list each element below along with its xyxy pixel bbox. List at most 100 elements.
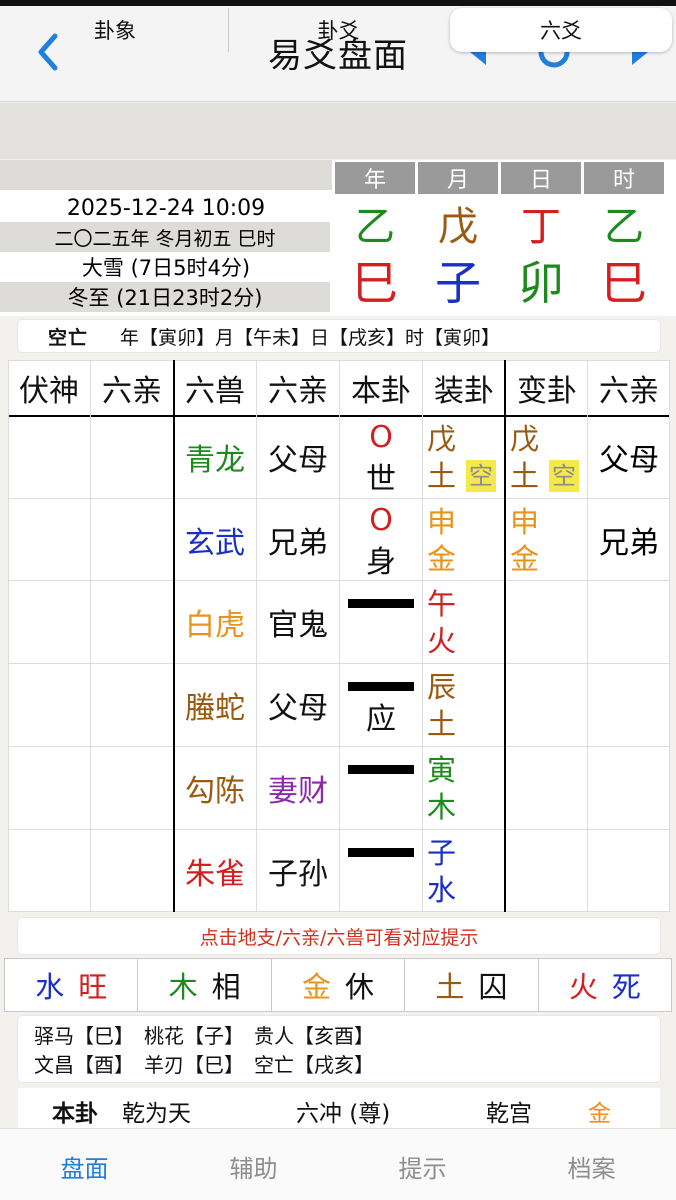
season-element: 水 bbox=[35, 970, 65, 1004]
season-state: 休 bbox=[345, 970, 375, 1004]
element: 土 bbox=[427, 458, 457, 493]
solar-term-2: 冬至 (21日23时2分) bbox=[0, 282, 330, 312]
tabbar-item-panmian[interactable]: 盘面 bbox=[0, 1149, 169, 1184]
yang-yao-line bbox=[348, 599, 414, 608]
gua-type: 六冲 (尊) bbox=[296, 1101, 391, 1127]
branch-element-stack: 午火 bbox=[427, 586, 456, 660]
shensha-item[interactable]: 羊刃【巳】 bbox=[144, 1049, 244, 1078]
shensha-line-2: 文昌【酉】 羊刃【巳】 空亡【戌亥】 bbox=[34, 1049, 660, 1078]
solar-term-1: 大雪 (7日5时4分) bbox=[81, 256, 251, 280]
tabbar-item-dangan[interactable]: 档案 bbox=[507, 1149, 676, 1184]
lunar-date: 二〇二五年 冬月初五 巳时 bbox=[0, 222, 330, 252]
liushou-cell[interactable]: 朱雀 bbox=[174, 830, 256, 911]
shensha-item[interactable]: 驿马【巳】 bbox=[34, 1020, 134, 1049]
liuqin-cell[interactable]: 妻财 bbox=[257, 747, 339, 828]
liushou-cell[interactable]: 玄武 bbox=[174, 499, 256, 580]
liuqin-cell[interactable]: 父母 bbox=[257, 416, 339, 497]
header-fushen: 伏神 bbox=[19, 374, 79, 409]
bottom-tab-bar: 盘面 辅助 提示 档案 bbox=[0, 1128, 676, 1200]
zhuanggua-cell[interactable]: 戊土空 bbox=[427, 420, 503, 495]
earthly-branch: 子 bbox=[427, 835, 457, 870]
header-zhuanggua: 装卦 bbox=[434, 374, 494, 409]
tabbar-item-tishi[interactable]: 提示 bbox=[338, 1149, 507, 1184]
wuxing-seasons: 水 旺 木 相 金 休 土 囚 火 死 bbox=[4, 958, 672, 1012]
segmented-tabs bbox=[0, 103, 676, 159]
branch-month[interactable]: 子 bbox=[418, 250, 498, 310]
zhuanggua-cell[interactable]: 子水 bbox=[427, 834, 503, 909]
tabbar-item-fuzhu[interactable]: 辅助 bbox=[169, 1149, 338, 1184]
stem-year[interactable]: 乙 bbox=[335, 198, 415, 250]
branch-element-stack: 子水 bbox=[427, 835, 456, 909]
liuqin-cell[interactable]: 父母 bbox=[589, 416, 669, 497]
shensha-line-1: 驿马【巳】 桃花【子】 贵人【亥酉】 bbox=[34, 1020, 660, 1049]
branch-day[interactable]: 卯 bbox=[501, 250, 581, 310]
season-item[interactable]: 金 休 bbox=[272, 959, 406, 1011]
gua-info-label: 本卦 bbox=[52, 1101, 98, 1127]
tab-guayao[interactable]: 卦爻 bbox=[228, 8, 448, 52]
branch-year[interactable]: 巳 bbox=[335, 250, 415, 310]
earthly-branch: 午 bbox=[427, 586, 457, 621]
season-state: 死 bbox=[611, 970, 641, 1004]
liushou-cell[interactable]: 螣蛇 bbox=[174, 664, 256, 745]
biangua-cell[interactable]: 戊土空 bbox=[510, 420, 586, 495]
zhuanggua-cell[interactable]: 午火 bbox=[427, 585, 503, 660]
zhuanggua-cell[interactable]: 辰土 bbox=[427, 668, 503, 743]
shensha-item[interactable]: 文昌【酉】 bbox=[34, 1049, 134, 1078]
shensha-item[interactable]: 桃花【子】 bbox=[144, 1020, 244, 1049]
season-element: 木 bbox=[168, 970, 198, 1004]
yang-yao-line bbox=[348, 848, 414, 857]
tab-liuyao[interactable]: 六爻 bbox=[450, 8, 672, 52]
zhuanggua-cell[interactable]: 申金 bbox=[427, 503, 503, 578]
header-liuqin-2: 六亲 bbox=[268, 374, 328, 409]
liushou-cell[interactable]: 白虎 bbox=[174, 581, 256, 662]
biangua-cell[interactable]: 申金 bbox=[510, 503, 586, 578]
season-item[interactable]: 木 相 bbox=[138, 959, 272, 1011]
stem-hour[interactable]: 乙 bbox=[584, 198, 664, 250]
void-badge: 空 bbox=[466, 460, 497, 492]
earthly-branch: 戊 bbox=[427, 421, 457, 456]
branch-hour[interactable]: 巳 bbox=[584, 250, 664, 310]
moving-yao-mark: O bbox=[369, 503, 393, 538]
liuqin-cell[interactable]: 子孙 bbox=[257, 830, 339, 911]
ganzhi-header-day: 日 bbox=[501, 162, 581, 194]
liuqin-cell[interactable]: 兄弟 bbox=[257, 499, 339, 580]
moving-yao-mark: O bbox=[369, 420, 393, 455]
void-row: 空亡 年【寅卯】月【午未】日【戌亥】时【寅卯】 bbox=[18, 320, 660, 352]
season-element: 金 bbox=[302, 970, 332, 1004]
branch-element-stack: 辰土 bbox=[427, 669, 456, 743]
shensha-item[interactable]: 空亡【戌亥】 bbox=[254, 1049, 374, 1078]
liuqin-cell[interactable]: 父母 bbox=[257, 664, 339, 745]
liuqin-cell[interactable]: 兄弟 bbox=[589, 499, 669, 580]
liushou-cell[interactable]: 勾陈 bbox=[174, 747, 256, 828]
season-element: 火 bbox=[568, 970, 598, 1004]
season-element: 土 bbox=[435, 970, 465, 1004]
earthly-branch: 申 bbox=[510, 504, 540, 539]
grid-line bbox=[504, 360, 506, 912]
element: 金 bbox=[510, 541, 540, 576]
zhuanggua-cell[interactable]: 寅木 bbox=[427, 751, 503, 826]
ganzhi-header-month: 月 bbox=[418, 162, 498, 194]
yao-position-label: 应 bbox=[366, 702, 396, 737]
stem-day[interactable]: 丁 bbox=[501, 198, 581, 250]
date-panel: 2025-12-24 10:09 二〇二五年 冬月初五 巳时 大雪 (7日5时4… bbox=[0, 160, 332, 316]
yang-yao-line bbox=[348, 682, 414, 691]
liushou-cell[interactable]: 青龙 bbox=[174, 416, 256, 497]
grid-line bbox=[422, 360, 423, 912]
yao-position-label: 世 bbox=[366, 462, 396, 497]
hint-text: 点击地支/六亲/六兽可看对应提示 bbox=[18, 918, 660, 954]
branch-element-stack: 申金 bbox=[427, 504, 456, 578]
season-item[interactable]: 土 囚 bbox=[405, 959, 539, 1011]
season-item[interactable]: 火 死 bbox=[539, 959, 671, 1011]
liuqin-cell[interactable]: 官鬼 bbox=[257, 581, 339, 662]
shensha-item[interactable]: 贵人【亥酉】 bbox=[254, 1020, 374, 1049]
element: 火 bbox=[427, 623, 457, 658]
yang-yao-line bbox=[348, 765, 414, 774]
season-item[interactable]: 水 旺 bbox=[5, 959, 139, 1011]
header-liushou: 六兽 bbox=[185, 374, 245, 409]
tab-guaxiang[interactable]: 卦象 bbox=[4, 8, 226, 52]
stem-month[interactable]: 戊 bbox=[418, 198, 498, 250]
branch-element-stack: 戊土 bbox=[427, 421, 456, 495]
header-liuqin-3: 六亲 bbox=[599, 374, 659, 409]
gua-info-row: 本卦 乾为天 六冲 (尊) 乾宫 金 bbox=[18, 1088, 660, 1128]
ganzhi-header-year: 年 bbox=[335, 162, 415, 194]
